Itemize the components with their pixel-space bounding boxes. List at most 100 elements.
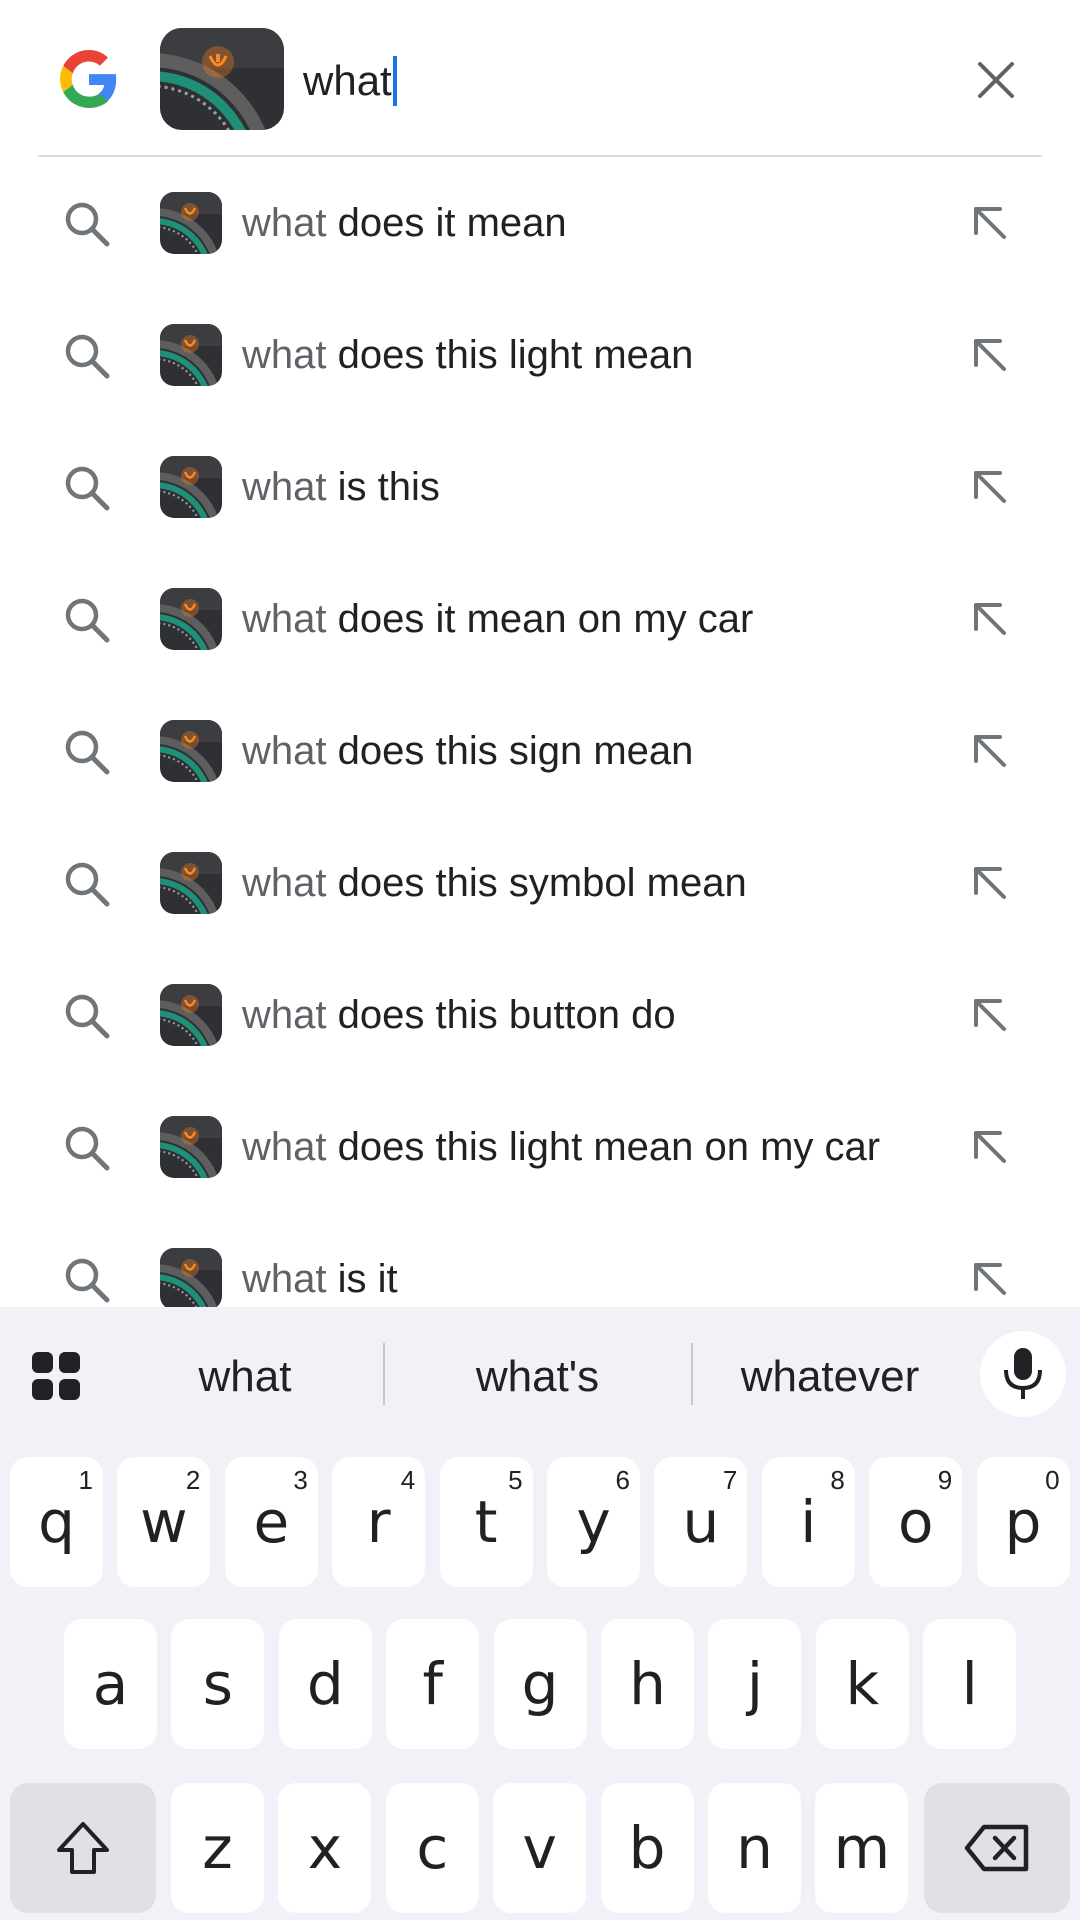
- key-i[interactable]: i8: [761, 1457, 855, 1587]
- suggestion-row[interactable]: what does it mean on my car: [0, 553, 1080, 685]
- suggestion-image-thumbnail: [160, 192, 222, 254]
- clear-search-button[interactable]: [968, 52, 1024, 108]
- key-label: t: [474, 1488, 498, 1556]
- fill-query-arrow-icon[interactable]: [966, 1255, 1016, 1305]
- search-icon: [62, 727, 112, 777]
- key-v[interactable]: v: [493, 1783, 587, 1913]
- search-header: what: [0, 0, 1080, 157]
- search-query-input[interactable]: what: [303, 52, 397, 110]
- suggestion-row[interactable]: what does this sign mean: [0, 685, 1080, 817]
- suggestion-prefix: what: [242, 729, 327, 773]
- dashboard-light-image: [160, 28, 284, 130]
- fill-query-arrow-icon[interactable]: [966, 1123, 1016, 1173]
- query-image-thumbnail[interactable]: [160, 28, 284, 130]
- key-b[interactable]: b: [600, 1783, 694, 1913]
- key-c[interactable]: c: [385, 1783, 479, 1913]
- suggestion-image-thumbnail: [160, 456, 222, 518]
- fill-query-arrow-icon[interactable]: [966, 199, 1016, 249]
- suggestion-text: what is it: [242, 1253, 398, 1305]
- suggestion-list: what does it mean what does this light m…: [0, 157, 1080, 1307]
- fill-query-arrow-icon[interactable]: [966, 859, 1016, 909]
- suggestion-text: what does this sign mean: [242, 725, 693, 777]
- grid-apps-icon[interactable]: [30, 1350, 82, 1402]
- key-label: e: [253, 1488, 290, 1556]
- suggestion-row[interactable]: what does it mean: [0, 157, 1080, 289]
- suggestion-image-thumbnail: [160, 984, 222, 1046]
- key-label: g: [521, 1650, 559, 1718]
- voice-input-button[interactable]: [980, 1331, 1066, 1417]
- suggestion-image-thumbnail: [160, 588, 222, 650]
- on-screen-keyboard: what what's whatever q1w2e3r4t5y6u7i8o9p…: [0, 1307, 1080, 1920]
- suggestion-image-thumbnail: [160, 324, 222, 386]
- suggestion-prefix: what: [242, 597, 327, 641]
- key-label: r: [366, 1488, 391, 1556]
- suggestion-image-thumbnail: [160, 852, 222, 914]
- key-m[interactable]: m: [815, 1783, 909, 1913]
- suggestion-completion: does this light mean on my car: [326, 1125, 881, 1169]
- key-label: c: [416, 1814, 449, 1882]
- fill-query-arrow-icon[interactable]: [966, 595, 1016, 645]
- key-label: u: [682, 1488, 720, 1556]
- fill-query-arrow-icon[interactable]: [966, 991, 1016, 1041]
- key-y[interactable]: y6: [547, 1457, 640, 1587]
- key-g[interactable]: g: [493, 1619, 587, 1749]
- word-suggestion-1[interactable]: what: [140, 1342, 350, 1412]
- key-n[interactable]: n: [708, 1783, 801, 1913]
- suggestion-prefix: what: [242, 201, 327, 245]
- fill-query-arrow-icon[interactable]: [966, 331, 1016, 381]
- key-z[interactable]: z: [171, 1783, 264, 1913]
- search-icon: [62, 595, 112, 645]
- search-icon: [62, 463, 112, 513]
- key-w[interactable]: w2: [117, 1457, 211, 1587]
- search-icon: [62, 859, 112, 909]
- suggestion-completion: does it mean on my car: [326, 597, 754, 641]
- key-q[interactable]: q1: [10, 1457, 103, 1587]
- key-j[interactable]: j: [708, 1619, 802, 1749]
- key-t[interactable]: t5: [439, 1457, 533, 1587]
- suggestion-row[interactable]: what is this: [0, 421, 1080, 553]
- suggestion-row[interactable]: what is it: [0, 1213, 1080, 1307]
- key-label: q: [38, 1488, 75, 1556]
- shift-arrow-icon: [57, 1822, 109, 1874]
- word-suggestion-3[interactable]: whatever: [710, 1342, 950, 1412]
- suggestion-row[interactable]: what does this light mean: [0, 289, 1080, 421]
- key-label: l: [961, 1650, 978, 1718]
- key-d[interactable]: d: [278, 1619, 372, 1749]
- key-h[interactable]: h: [601, 1619, 694, 1749]
- key-number-hint: 0: [1045, 1465, 1060, 1495]
- suggestion-row[interactable]: what does this light mean on my car: [0, 1081, 1080, 1213]
- key-label: d: [306, 1650, 344, 1718]
- key-u[interactable]: u7: [654, 1457, 748, 1587]
- key-x[interactable]: x: [278, 1783, 372, 1913]
- key-k[interactable]: k: [815, 1619, 909, 1749]
- key-label: m: [833, 1814, 891, 1882]
- suggestion-prefix: what: [242, 1125, 327, 1169]
- key-p[interactable]: p0: [976, 1457, 1070, 1587]
- suggestion-row[interactable]: what does this symbol mean: [0, 817, 1080, 949]
- suggestion-completion: does this sign mean: [326, 729, 694, 773]
- key-e[interactable]: e3: [224, 1457, 318, 1587]
- suggestion-prefix: what: [242, 333, 327, 377]
- fill-query-arrow-icon[interactable]: [966, 727, 1016, 777]
- search-icon: [62, 1123, 112, 1173]
- fill-query-arrow-icon[interactable]: [966, 463, 1016, 513]
- shift-key[interactable]: [10, 1783, 156, 1913]
- search-icon: [62, 199, 112, 249]
- key-label: x: [307, 1814, 343, 1882]
- key-l[interactable]: l: [923, 1619, 1017, 1749]
- key-label: w: [140, 1488, 188, 1556]
- key-label: a: [92, 1650, 129, 1718]
- backspace-key[interactable]: [924, 1783, 1070, 1913]
- key-r[interactable]: r4: [332, 1457, 426, 1587]
- key-number-hint: 4: [400, 1465, 416, 1495]
- suggestion-row[interactable]: what does this button do: [0, 949, 1080, 1081]
- key-s[interactable]: s: [171, 1619, 265, 1749]
- key-number-hint: 6: [615, 1465, 630, 1495]
- suggestion-text: what does this symbol mean: [242, 857, 747, 909]
- key-label: y: [576, 1488, 611, 1556]
- suggestion-image-thumbnail: [160, 1248, 222, 1307]
- key-o[interactable]: o9: [869, 1457, 963, 1587]
- key-a[interactable]: a: [64, 1619, 157, 1749]
- word-suggestion-2[interactable]: what's: [420, 1342, 655, 1412]
- key-f[interactable]: f: [386, 1619, 480, 1749]
